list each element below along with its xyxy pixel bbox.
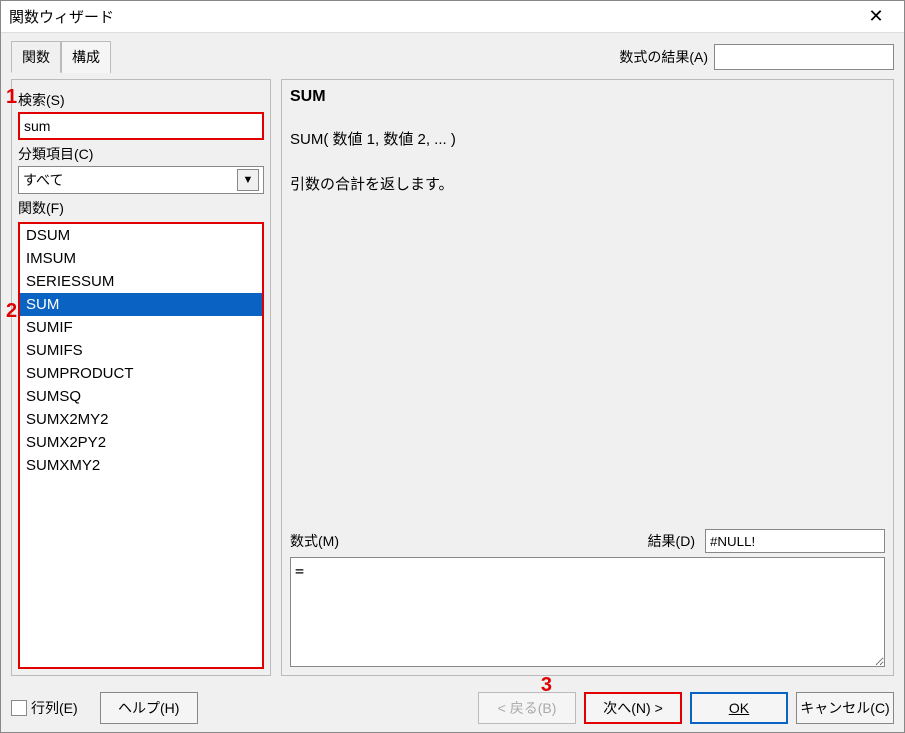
result-value-input[interactable]	[705, 529, 885, 553]
window-title: 関数ウィザード	[9, 6, 856, 27]
formula-label: 数式(M)	[290, 531, 339, 551]
tab-structure[interactable]: 構成	[61, 41, 111, 73]
dropdown-button[interactable]: ▼	[237, 169, 259, 191]
category-value: すべて	[23, 170, 237, 190]
function-item[interactable]: SUMIF	[20, 316, 262, 339]
search-label: 検索(S)	[18, 90, 264, 110]
function-item[interactable]: SUMXMY2	[20, 454, 262, 477]
spacer	[290, 194, 885, 529]
cancel-button[interactable]: キャンセル(C)	[796, 692, 894, 724]
matrix-checkbox[interactable]	[11, 700, 27, 716]
function-syntax: SUM( 数値 1, 数値 2, ... )	[290, 128, 885, 149]
function-list-label: 関数(F)	[18, 198, 264, 218]
formula-result-input[interactable]	[714, 44, 894, 70]
function-description: 引数の合計を返します。	[290, 173, 885, 194]
chevron-down-icon: ▼	[243, 174, 254, 186]
formula-result-label: 数式の結果(A)	[619, 47, 708, 67]
selected-function-name: SUM	[290, 88, 885, 106]
close-button[interactable]: ✕	[856, 3, 896, 31]
function-item[interactable]: SERIESSUM	[20, 270, 262, 293]
callout-1: 1	[6, 86, 17, 109]
matrix-label: 行列(E)	[31, 698, 78, 718]
titlebar: 関数ウィザード ✕	[1, 1, 904, 33]
bottom-bar: 行列(E) ヘルプ(H) < 戻る(B) 3 次へ(N) > OK キャンセル(…	[1, 686, 904, 732]
result-label-small: 結果(D)	[648, 531, 695, 551]
right-pane: SUM SUM( 数値 1, 数値 2, ... ) 引数の合計を返します。 数…	[281, 79, 894, 676]
function-item[interactable]: IMSUM	[20, 247, 262, 270]
help-button[interactable]: ヘルプ(H)	[100, 692, 198, 724]
function-item[interactable]: DSUM	[20, 224, 262, 247]
ok-button[interactable]: OK	[690, 692, 788, 724]
back-button: < 戻る(B)	[478, 692, 576, 724]
function-wizard-window: 関数ウィザード ✕ 関数 構成 数式の結果(A) 1 検索(S) 分類項目(C)…	[0, 0, 905, 733]
function-item[interactable]: SUMIFS	[20, 339, 262, 362]
function-item[interactable]: SUMPRODUCT	[20, 362, 262, 385]
category-select[interactable]: すべて ▼	[18, 166, 264, 194]
close-icon: ✕	[868, 6, 883, 27]
function-item[interactable]: SUMSQ	[20, 385, 262, 408]
matrix-checkbox-wrap[interactable]: 行列(E)	[11, 698, 78, 718]
top-row: 関数 構成 数式の結果(A)	[11, 41, 894, 73]
callout-2: 2	[6, 300, 17, 323]
formula-row: 数式(M) 結果(D)	[290, 529, 885, 553]
content-area: 関数 構成 数式の結果(A) 1 検索(S) 分類項目(C) すべて ▼ 関数(…	[1, 33, 904, 686]
function-item[interactable]: SUMX2PY2	[20, 431, 262, 454]
callout-3: 3	[541, 674, 552, 697]
formula-input[interactable]	[290, 557, 885, 667]
tab-bar: 関数 構成	[11, 41, 111, 73]
tab-functions[interactable]: 関数	[11, 41, 61, 73]
category-label: 分類項目(C)	[18, 144, 264, 164]
search-input[interactable]	[18, 112, 264, 140]
function-item[interactable]: SUM	[20, 293, 262, 316]
body: 1 検索(S) 分類項目(C) すべて ▼ 関数(F) 2 DSUMIMSUMS…	[11, 79, 894, 676]
next-button[interactable]: 次へ(N) >	[584, 692, 682, 724]
function-item[interactable]: SUMX2MY2	[20, 408, 262, 431]
function-list[interactable]: DSUMIMSUMSERIESSUMSUMSUMIFSUMIFSSUMPRODU…	[18, 222, 264, 669]
left-pane: 1 検索(S) 分類項目(C) すべて ▼ 関数(F) 2 DSUMIMSUMS…	[11, 79, 271, 676]
